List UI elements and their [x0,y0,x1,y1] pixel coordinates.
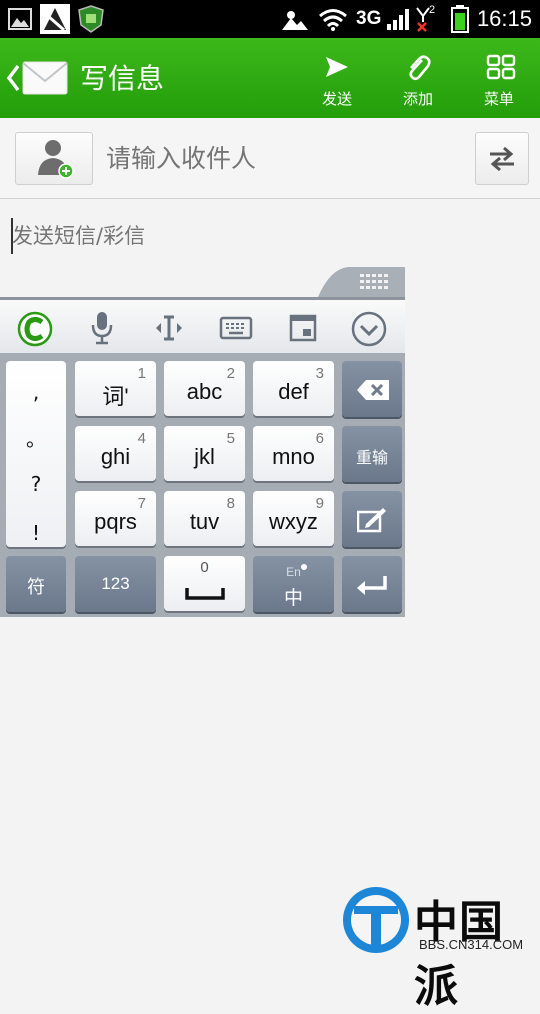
window-mode-button[interactable] [274,300,330,356]
network-type-text: 3G [356,8,382,29]
punct-key-exclaim[interactable]: ! [6,510,66,556]
space-key[interactable]: 0 [164,556,245,611]
window-icon [289,314,317,342]
text-cursor [11,218,13,254]
reinput-key[interactable]: 重输 [342,426,402,482]
sim-slot-number: 2 [429,4,436,16]
language-indicator-dot [301,564,307,570]
number-mode-key[interactable]: 123 [75,556,156,612]
key-9[interactable]: 9 wxyz [253,491,334,546]
language-en-label: En [286,565,301,579]
send-label: 发送 [321,90,352,108]
weather-icon [282,11,308,30]
action-bar: 写信息 发送 添加 菜单 [0,38,540,118]
wifi-icon [319,9,347,31]
clock: 16:15 [476,6,532,31]
chevron-left-icon [6,64,20,92]
symbol-key[interactable]: 符 [6,556,66,612]
ime-logo-icon [17,311,53,347]
microphone-icon [91,312,113,345]
ime-logo-button[interactable] [7,300,63,356]
space-icon [185,588,225,600]
text-cursor-icon [156,315,182,341]
send-icon [326,57,348,77]
key-5[interactable]: 5 jkl [164,426,245,481]
keyboard-toolbar [0,297,405,356]
hide-keyboard-button[interactable] [340,300,396,356]
add-contact-button[interactable] [15,132,93,185]
key-label: pqrs [94,509,137,534]
reinput-label: 重输 [355,448,388,467]
language-zh-label: 中 [283,587,303,609]
key-8[interactable]: 8 tuv [164,491,245,546]
backspace-icon [357,380,389,400]
key-label: def [278,379,309,404]
switch-recipient-button[interactable] [475,132,529,185]
key-4[interactable]: 4 ghi [75,426,156,481]
handwriting-key[interactable] [342,491,402,547]
punct-key-comma[interactable]: , [6,369,66,415]
add-contact-icon [38,140,74,179]
punctuation-column: , 。 ? ! [6,361,66,547]
key-number: 0 [200,559,209,576]
recipient-row [0,118,540,199]
key-label: tuv [189,509,220,534]
pen-edit-icon [357,508,386,533]
enter-key[interactable] [342,556,402,612]
app-notification-icon [40,4,70,34]
menu-label: 菜单 [483,90,514,108]
key-label: mno [272,444,315,469]
gallery-notification-icon [8,8,32,30]
signal-icon [387,9,409,30]
paperclip-icon [409,55,431,81]
keyboard-collapse-tab[interactable] [318,267,405,297]
cursor-move-button[interactable] [140,300,196,356]
keyboard-layout-button[interactable] [207,300,263,356]
recipient-input[interactable] [106,138,466,178]
key-label: wxyz [269,509,318,534]
enter-icon [357,576,387,595]
message-input[interactable] [12,216,512,256]
status-bar: 3G 2 16:15 [0,0,540,38]
number-mode-label: 123 [101,574,130,593]
key-6[interactable]: 6 mno [253,426,334,481]
punct-key-question[interactable]: ? [6,461,66,507]
envelope-icon [22,61,68,95]
security-shield-icon [78,5,104,33]
chevron-down-icon [351,311,387,347]
attach-label: 添加 [402,90,433,108]
key-label: jkl [194,444,215,469]
battery-icon [451,5,469,33]
swap-arrows-icon [490,146,514,172]
grid-menu-icon [486,54,516,80]
language-switch-key[interactable]: En 中 [253,556,334,612]
watermark-logo-icon [343,887,409,953]
key-label: 词' [102,384,129,409]
key-2[interactable]: 2 abc [164,361,245,416]
key-label: ghi [100,444,131,469]
menu-button[interactable]: 菜单 [464,38,534,118]
voice-input-button[interactable] [74,300,130,356]
attach-button[interactable]: 添加 [383,38,453,118]
key-1[interactable]: 1 词' [75,361,156,416]
key-7[interactable]: 7 pqrs [75,491,156,546]
send-button[interactable]: 发送 [302,38,372,118]
watermark-url-text: BBS.CN314.COM [419,937,524,952]
keyboard-icon [219,316,253,340]
key-3[interactable]: 3 def [253,361,334,416]
symbol-label: 符 [27,577,45,598]
page-title: 写信息 [80,62,165,95]
key-label: abc [186,379,223,404]
punct-key-period[interactable]: 。 [6,416,66,462]
backspace-key[interactable] [342,361,402,417]
back-button[interactable] [0,38,72,118]
